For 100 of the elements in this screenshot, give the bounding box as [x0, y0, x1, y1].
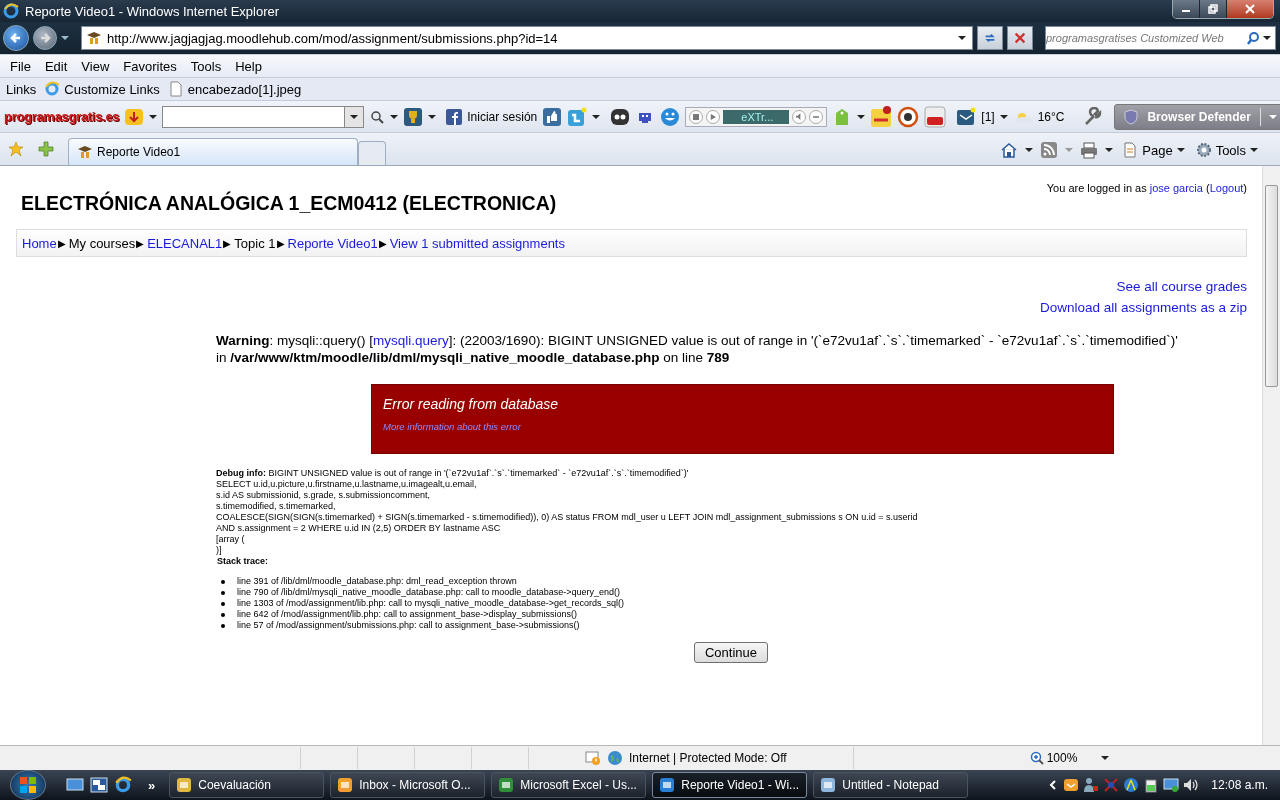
- start-button[interactable]: [10, 770, 46, 800]
- login-link[interactable]: Iniciar sesión: [467, 109, 538, 124]
- menu-item[interactable]: Tools: [183, 58, 229, 74]
- clock[interactable]: 12:08 a.m.: [1211, 778, 1268, 792]
- target-icon[interactable]: [897, 105, 920, 128]
- battery-icon[interactable]: [1143, 777, 1160, 793]
- bullet-icon: [221, 623, 225, 628]
- temperature[interactable]: 16°C: [1037, 109, 1065, 124]
- add-favorite-icon[interactable]: [38, 141, 54, 157]
- taskbar-button[interactable]: Untitled - Notepad: [813, 772, 969, 798]
- caret-icon[interactable]: [958, 36, 966, 40]
- breadcrumb-separator: ▶: [276, 237, 285, 249]
- caret-icon[interactable]: [1176, 148, 1185, 152]
- volume-button[interactable]: [792, 109, 807, 124]
- mail-icon[interactable]: [1063, 777, 1080, 793]
- toolbar-logo[interactable]: programasgratis.es: [4, 109, 120, 124]
- taskbar-button[interactable]: Microsoft Excel - Us...: [491, 772, 647, 798]
- stack-trace-line: line 57 of /mod/assignment/submissions.php: call to assignment_base->submissions(): [237, 620, 580, 631]
- speaker-icon[interactable]: [1183, 777, 1200, 793]
- stop-button[interactable]: [1007, 26, 1033, 50]
- debug-line: [array (: [216, 534, 246, 545]
- menu-item[interactable]: Edit: [37, 58, 75, 74]
- taskbar-button[interactable]: Coevaluación: [169, 772, 325, 798]
- minus-button[interactable]: [809, 109, 824, 124]
- printer-icon[interactable]: [1080, 141, 1099, 159]
- caret-icon[interactable]: [999, 114, 1008, 119]
- feed-icon[interactable]: [1040, 141, 1059, 159]
- user-icon[interactable]: [1083, 777, 1100, 793]
- caret-icon[interactable]: [592, 114, 601, 119]
- zoom-button[interactable]: 100%: [1029, 751, 1078, 765]
- address-field[interactable]: http://www.jagjagjag.moodlehub.com/mod/assignment/submissions.php?id=14: [81, 26, 973, 50]
- home-icon[interactable]: [1000, 141, 1019, 159]
- smiley-icon[interactable]: [660, 106, 681, 127]
- menu-item[interactable]: Favorites: [116, 58, 184, 74]
- command-button[interactable]: Tools: [1193, 142, 1260, 158]
- doc-link[interactable]: mysqli.query: [373, 333, 449, 348]
- notification-icon[interactable]: [870, 105, 893, 128]
- star-icon[interactable]: [8, 141, 24, 157]
- breadcrumb-link[interactable]: Reporte Video1: [287, 235, 378, 251]
- breadcrumb-link[interactable]: Home: [22, 235, 57, 251]
- continue-button[interactable]: Continue: [693, 642, 768, 663]
- breadcrumb-link[interactable]: View 1 submitted assignments: [389, 235, 565, 251]
- thumbs-up-icon[interactable]: [542, 106, 563, 127]
- play-button[interactable]: [706, 109, 721, 124]
- menu-item[interactable]: View: [74, 58, 117, 74]
- caret-icon[interactable]: [1250, 148, 1258, 152]
- shield-icon: [1123, 108, 1140, 125]
- caret-icon[interactable]: [390, 114, 399, 119]
- login-info: You are logged in as jose garcia (Logout): [1046, 182, 1247, 194]
- browser-icon[interactable]: [114, 776, 132, 794]
- caret-icon[interactable]: [1105, 148, 1114, 152]
- page-link[interactable]: See all course grades: [1116, 276, 1247, 297]
- menu-item[interactable]: Help: [228, 58, 269, 74]
- graduation-cap-icon: [77, 144, 93, 160]
- robot-icon[interactable]: [610, 106, 631, 127]
- mail-icon[interactable]: [956, 106, 977, 127]
- bullet-icon: [221, 590, 225, 595]
- minus-icon: [813, 113, 820, 120]
- player-display[interactable]: eXTr...: [723, 109, 790, 124]
- back-button[interactable]: [3, 25, 29, 51]
- caret-icon[interactable]: [149, 114, 158, 119]
- app-icon: [176, 777, 193, 793]
- close-button[interactable]: [1227, 0, 1273, 18]
- windows-switch-icon[interactable]: [90, 776, 108, 794]
- user-link[interactable]: jose garcia: [1149, 182, 1203, 194]
- refresh-button[interactable]: [977, 26, 1003, 50]
- download-icon[interactable]: [124, 106, 145, 127]
- favorite-link[interactable]: Customize Links: [44, 81, 160, 97]
- menu-item[interactable]: File: [3, 58, 38, 74]
- antenna-icon[interactable]: [1123, 777, 1140, 793]
- facebook-icon[interactable]: [446, 108, 463, 125]
- search-icon[interactable]: [369, 108, 386, 125]
- browser-tab[interactable]: Reporte Video1: [68, 138, 358, 165]
- scrollbar[interactable]: [1262, 166, 1280, 745]
- caret-icon[interactable]: [350, 114, 359, 119]
- minimize-button[interactable]: [1173, 0, 1200, 18]
- logout-link[interactable]: Logout: [1209, 182, 1244, 194]
- caret-icon[interactable]: [857, 114, 866, 119]
- security-zone[interactable]: Internet | Protected Mode: Off: [629, 751, 787, 765]
- mail-count[interactable]: [1]: [981, 109, 995, 124]
- restore-button[interactable]: [1200, 0, 1227, 18]
- stop-button[interactable]: [689, 109, 704, 124]
- command-button[interactable]: Page: [1120, 142, 1187, 158]
- breadcrumb-separator: ▶: [223, 237, 232, 249]
- caret-icon[interactable]: [1101, 756, 1110, 760]
- caret-icon[interactable]: [61, 36, 69, 40]
- forward-button[interactable]: [33, 26, 57, 50]
- caret-icon[interactable]: [428, 114, 437, 119]
- caret-icon[interactable]: [1025, 148, 1034, 152]
- monitor-icon[interactable]: [1163, 777, 1180, 793]
- wrench-icon[interactable]: [1083, 106, 1104, 127]
- breadcrumb-link[interactable]: ELECANAL1: [147, 235, 223, 251]
- more-button[interactable]: »: [148, 777, 156, 793]
- trophy-icon[interactable]: [403, 106, 424, 127]
- desktop-icon[interactable]: [66, 776, 84, 794]
- taskbar-button[interactable]: Reporte Video1 - Wi...: [652, 772, 808, 798]
- page-link[interactable]: Download all assignments as a zip: [1039, 297, 1247, 318]
- toolbar-search-field[interactable]: [162, 105, 365, 128]
- taskbar-button[interactable]: Inbox - Microsoft O...: [330, 772, 486, 798]
- favorite-link[interactable]: encabezado[1].jpeg: [167, 81, 302, 97]
